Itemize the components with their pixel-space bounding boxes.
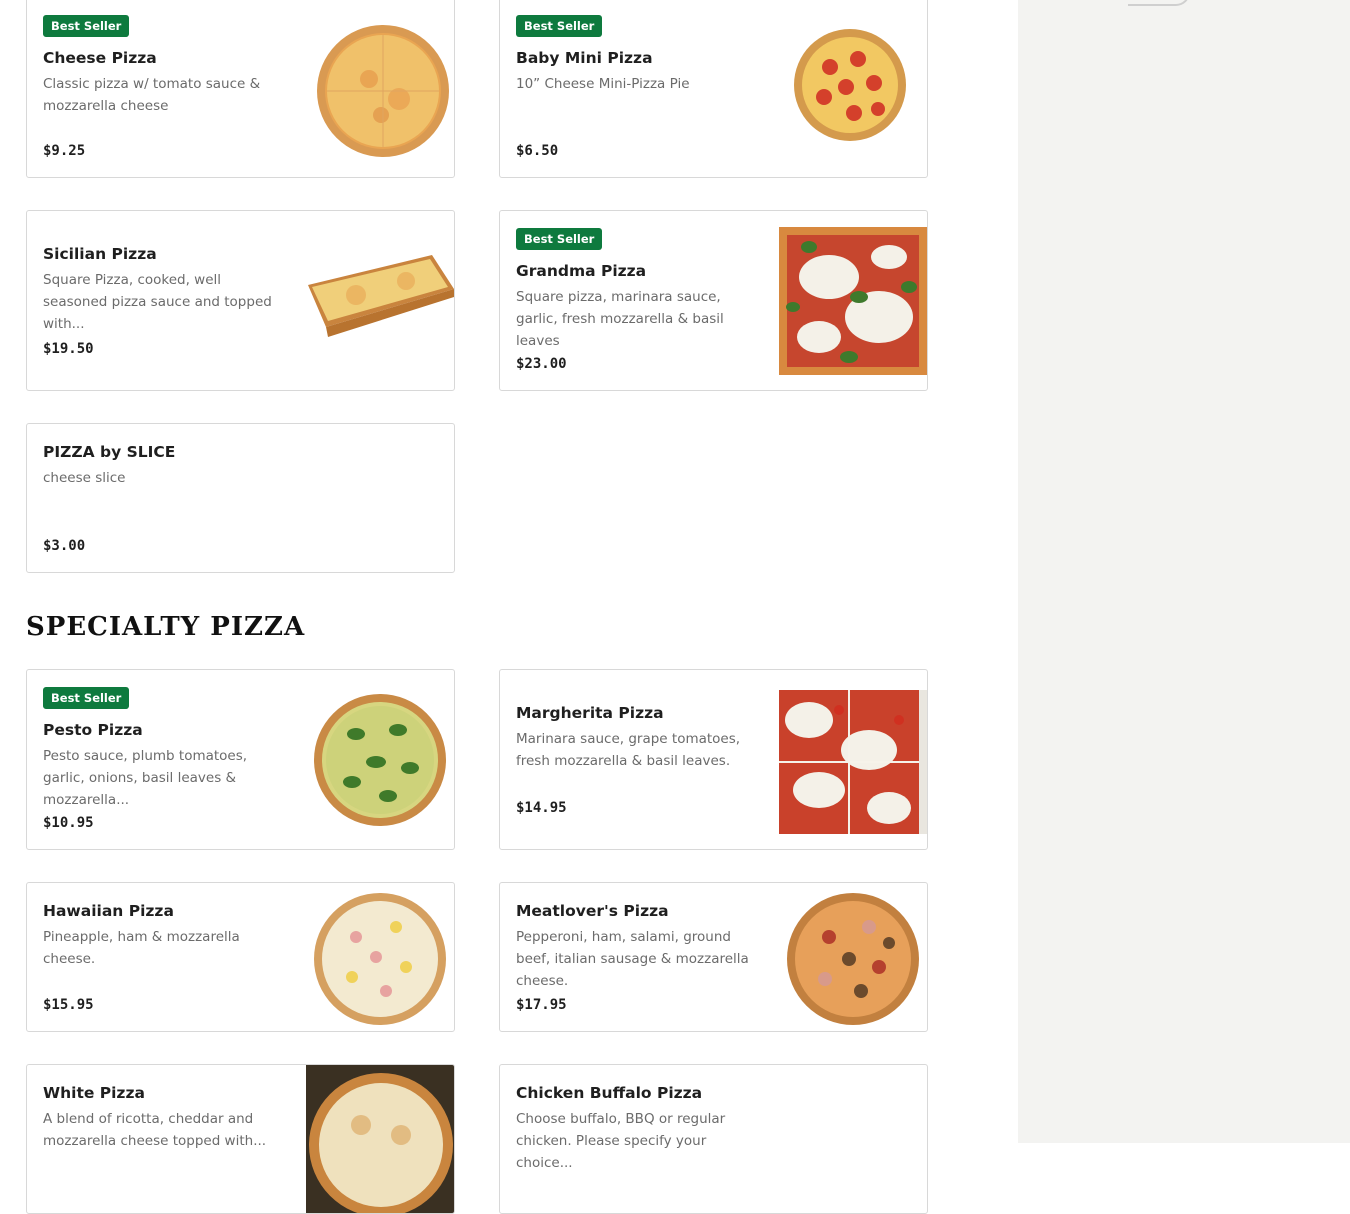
item-name: White Pizza <box>43 1084 145 1102</box>
menu-item-card[interactable]: Hawaiian Pizza Pineapple, ham & mozzarel… <box>26 882 455 1032</box>
item-name: Pesto Pizza <box>43 721 143 739</box>
menu-item-card[interactable]: Sicilian Pizza Square Pizza, cooked, wel… <box>26 210 455 391</box>
item-name: Baby Mini Pizza <box>516 49 653 67</box>
item-price: $17.95 <box>516 997 567 1013</box>
item-image <box>780 17 927 165</box>
item-image <box>779 887 927 1031</box>
item-price: $14.95 <box>516 800 567 816</box>
item-image <box>779 690 927 834</box>
item-image <box>309 17 454 165</box>
best-seller-badge: Best Seller <box>43 687 130 709</box>
item-name: Cheese Pizza <box>43 49 157 67</box>
item-price: $3.00 <box>43 538 86 554</box>
item-description: Pineapple, ham & mozzarella cheese. <box>43 929 240 967</box>
item-image <box>306 1065 454 1213</box>
item-description: A blend of ricotta, cheddar and mozzarel… <box>43 1111 267 1149</box>
item-description: 10” Cheese Mini-Pizza Pie <box>516 76 690 92</box>
item-description: Square Pizza, cooked, well seasoned pizz… <box>43 272 272 332</box>
item-price: $9.25 <box>43 143 86 159</box>
menu-item-card[interactable]: White Pizza A blend of ricotta, cheddar … <box>26 1064 455 1214</box>
item-image <box>306 887 454 1031</box>
item-description: Pepperoni, ham, salami, ground beef, ita… <box>516 929 749 989</box>
menu-item-card[interactable]: Best Seller Grandma Pizza Square pizza, … <box>499 210 928 391</box>
item-name: Hawaiian Pizza <box>43 902 174 920</box>
item-price: $15.95 <box>43 997 94 1013</box>
item-name: PIZZA by SLICE <box>43 443 176 461</box>
item-name: Margherita Pizza <box>516 704 664 722</box>
item-description: Marinara sauce, grape tomatoes, fresh mo… <box>516 731 741 769</box>
menu-item-card[interactable]: Margherita Pizza Marinara sauce, grape t… <box>499 669 928 850</box>
menu-item-card[interactable]: Meatlover's Pizza Pepperoni, ham, salami… <box>499 882 928 1032</box>
item-name: Meatlover's Pizza <box>516 902 669 920</box>
menu-item-card[interactable]: PIZZA by SLICE cheese slice $3.00 <box>26 423 455 573</box>
menu-item-card[interactable]: Best Seller Cheese Pizza Classic pizza w… <box>26 0 455 178</box>
map-panel[interactable] <box>1018 0 1350 1143</box>
best-seller-badge: Best Seller <box>516 15 603 37</box>
map-road-line <box>1128 0 1190 6</box>
item-image <box>306 686 454 834</box>
item-name: Sicilian Pizza <box>43 245 157 263</box>
item-image <box>779 227 927 375</box>
menu-item-card[interactable]: Chicken Buffalo Pizza Choose buffalo, BB… <box>499 1064 928 1214</box>
menu-item-card[interactable]: Best Seller Baby Mini Pizza 10” Cheese M… <box>499 0 928 178</box>
best-seller-badge: Best Seller <box>43 15 130 37</box>
best-seller-badge: Best Seller <box>516 228 603 250</box>
item-price: $10.95 <box>43 815 94 831</box>
item-price: $19.50 <box>43 341 94 357</box>
item-description: Pesto sauce, plumb tomatoes, garlic, oni… <box>43 748 248 808</box>
item-description: Classic pizza w/ tomato sauce & mozzarel… <box>43 76 261 114</box>
item-description: Choose buffalo, BBQ or regular chicken. … <box>516 1111 726 1171</box>
item-price: $6.50 <box>516 143 559 159</box>
item-description: cheese slice <box>43 470 126 486</box>
menu-item-card[interactable]: Best Seller Pesto Pizza Pesto sauce, plu… <box>26 669 455 850</box>
item-name: Chicken Buffalo Pizza <box>516 1084 703 1102</box>
item-image <box>306 227 454 375</box>
section-heading-specialty-pizza: SPECIALTY PIZZA <box>26 612 306 642</box>
item-description: Square pizza, marinara sauce, garlic, fr… <box>516 289 724 349</box>
item-name: Grandma Pizza <box>516 262 647 280</box>
item-price: $23.00 <box>516 356 567 372</box>
